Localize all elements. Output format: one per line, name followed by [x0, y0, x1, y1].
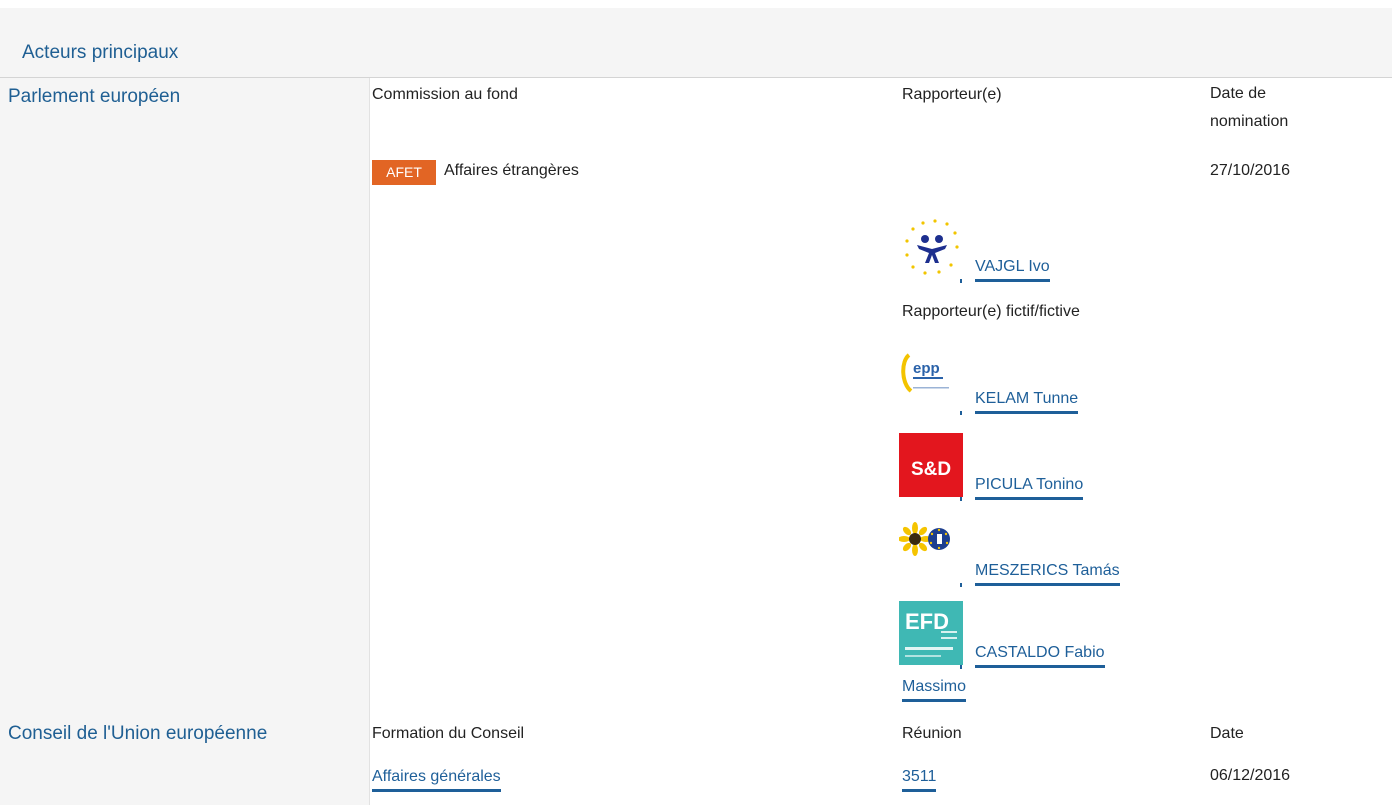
nomination-date: 27/10/2016 [1210, 162, 1291, 179]
shadow-rapporteur-link-continued[interactable]: Massimo [902, 677, 967, 702]
sd-logo-icon: S&D [899, 433, 963, 497]
shadow-rapporteur-link[interactable]: MESZERICS Tamás [975, 561, 1120, 586]
committee-badge: AFET [372, 160, 436, 185]
sd-logo-text: S&D [911, 459, 951, 480]
panel-header: Acteurs principaux [0, 8, 1392, 78]
link-underline-tick [960, 583, 962, 587]
shadow-rapporteur-link[interactable]: PICULA Tonino [975, 475, 1084, 500]
panel-title: Acteurs principaux [22, 42, 179, 63]
rapporteur-column-header: Rapporteur(e) [902, 86, 1002, 103]
rapporteur-link[interactable]: VAJGL Ivo [975, 257, 1050, 282]
efdd-logo-icon: EFD [899, 601, 963, 665]
parliament-label: Parlement européen [8, 86, 181, 107]
efdd-logo-text: EFD [905, 609, 949, 634]
epp-logo-text: epp [913, 360, 940, 377]
link-underline-tick [960, 497, 962, 501]
committee-column-header: Commission au fond [372, 86, 518, 103]
council-formation-column-header: Formation du Conseil [372, 725, 525, 742]
institution-column [0, 78, 370, 805]
link-underline-tick [960, 665, 962, 669]
epp-logo-icon: epp [899, 347, 963, 411]
greens-efa-logo-icon [899, 519, 963, 583]
shadow-rapporteur-link[interactable]: KELAM Tunne [975, 389, 1079, 414]
council-label: Conseil de l'Union européenne [8, 723, 268, 744]
council-meeting-column-header: Réunion [902, 725, 962, 742]
nomination-date-column-header: Date de nomination [1210, 85, 1289, 130]
committee-name: Affaires étrangères [444, 162, 579, 179]
council-meeting-date: 06/12/2016 [1210, 767, 1291, 784]
council-meeting-link[interactable]: 3511 [902, 767, 937, 792]
shadow-rapporteur-link[interactable]: CASTALDO Fabio [975, 643, 1105, 668]
alde-logo-icon [899, 215, 963, 279]
council-date-column-header: Date [1210, 725, 1244, 742]
council-formation-link[interactable]: Affaires générales [372, 767, 501, 792]
shadow-rapporteur-label: Rapporteur(e) fictif/fictive [902, 303, 1080, 320]
link-underline-tick [960, 411, 962, 415]
link-underline-tick [960, 279, 962, 283]
